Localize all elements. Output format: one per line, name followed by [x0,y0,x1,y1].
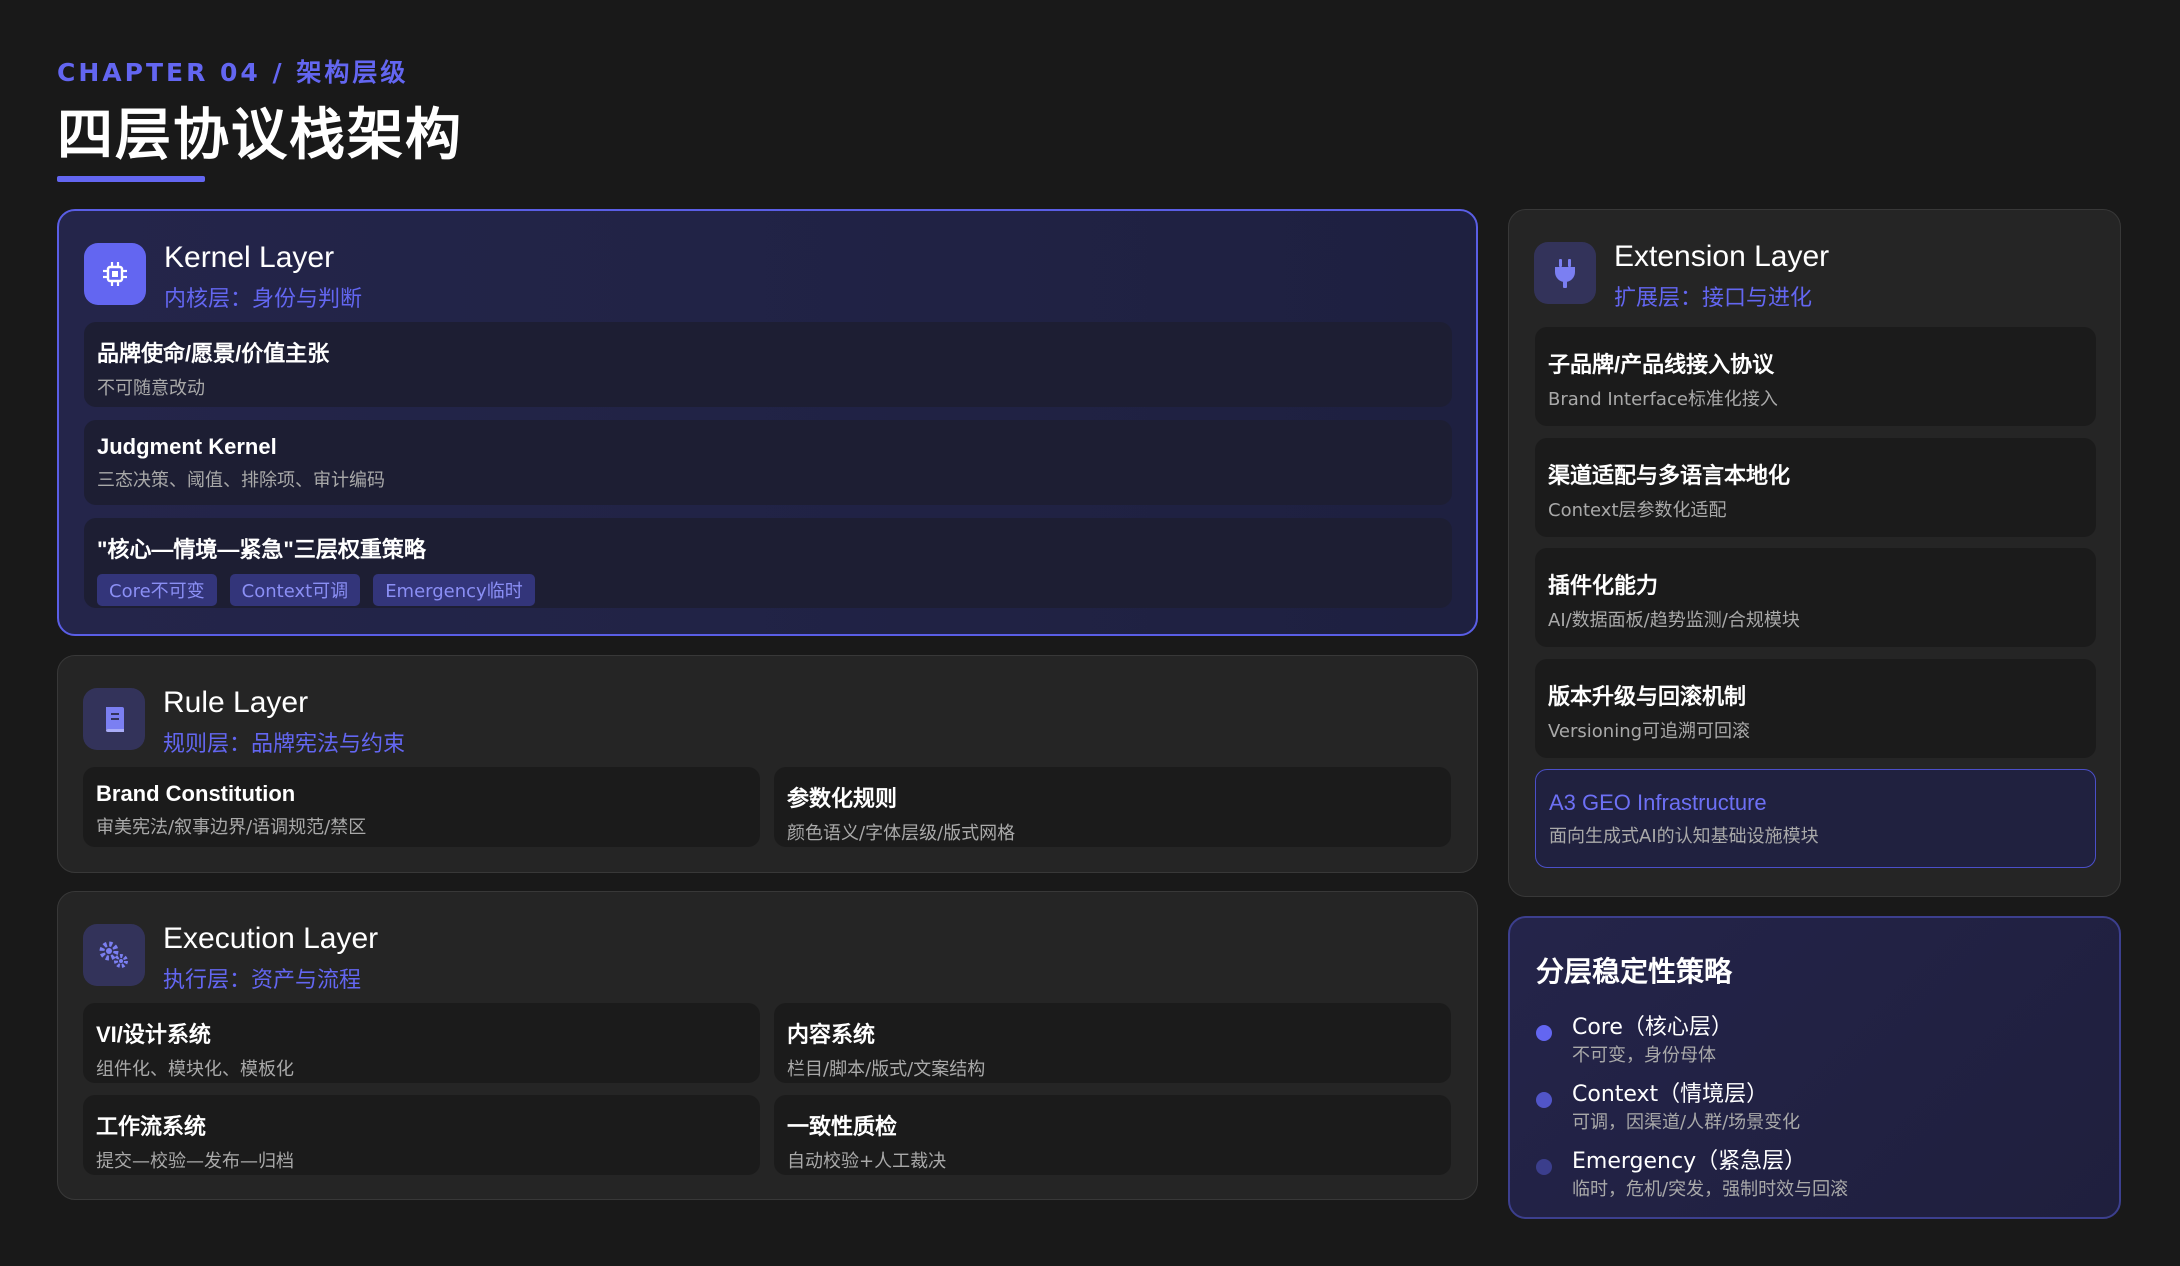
rule-layer-name: Rule Layer [163,686,309,719]
context-dot-icon [1536,1092,1552,1108]
kernel-item-title: 品牌使命/愿景/价值主张 [97,341,330,366]
execution-item: 工作流系统 提交—校验—发布—归档 [83,1095,760,1175]
strategy-title: 分层稳定性策略 [1536,955,1733,988]
chapter-label: CHAPTER 04 / 架构层级 [57,58,409,87]
execution-layer-subtitle: 执行层：资产与流程 [163,968,362,993]
extension-item-desc: Context层参数化适配 [1548,500,1727,521]
title-underline [57,176,205,182]
extension-item-desc: 面向生成式AI的认知基础设施模块 [1549,826,1819,847]
extension-item-title: 插件化能力 [1548,573,1659,598]
execution-layer-name: Execution Layer [163,922,379,955]
level-desc: 可调，因渠道/人群/场景变化 [1572,1112,1801,1133]
extension-item-title: A3 GEO Infrastructure [1549,790,1767,815]
emergency-dot-icon [1536,1159,1552,1175]
kernel-layer-card: Kernel Layer 内核层：身份与判断 品牌使命/愿景/价值主张 不可随意… [57,209,1478,636]
gears-icon [83,924,145,986]
extension-item-desc: AI/数据面板/趋势监测/合规模块 [1548,610,1800,631]
execution-layer-card: Execution Layer 执行层：资产与流程 VI/设计系统 组件化、模块… [57,891,1478,1200]
level-name: Context（情境层） [1572,1082,1769,1107]
tag-emergency: Emergency临时 [373,574,535,606]
execution-item-desc: 栏目/脚本/版式/文案结构 [787,1059,986,1080]
execution-item-title: 一致性质检 [787,1114,898,1139]
kernel-item-title: "核心—情境—紧急"三层权重策略 [97,537,426,562]
book-icon [83,688,145,750]
kernel-item: "核心—情境—紧急"三层权重策略 Core不可变 Context可调 Emerg… [84,518,1452,608]
kernel-item: Judgment Kernel 三态决策、阈值、排除项、审计编码 [84,420,1452,505]
extension-item-title: 版本升级与回滚机制 [1548,684,1747,709]
rule-item: 参数化规则 颜色语义/字体层级/版式网格 [774,767,1451,847]
kernel-item-title: Judgment Kernel [97,434,277,459]
extension-item: 子品牌/产品线接入协议 Brand Interface标准化接入 [1535,327,2096,426]
level-desc: 不可变，身份母体 [1572,1045,1716,1066]
level-desc: 临时，危机/突发，强制时效与回滚 [1572,1179,1849,1200]
extension-item-geo: A3 GEO Infrastructure 面向生成式AI的认知基础设施模块 [1535,769,2096,868]
extension-item: 插件化能力 AI/数据面板/趋势监测/合规模块 [1535,548,2096,647]
extension-item: 渠道适配与多语言本地化 Context层参数化适配 [1535,438,2096,537]
rule-item-desc: 颜色语义/字体层级/版式网格 [787,823,1016,844]
tag-context: Context可调 [229,574,361,606]
extension-layer-name: Extension Layer [1614,240,1830,273]
rule-layer-subtitle: 规则层：品牌宪法与约束 [163,732,406,757]
stability-strategy-card: 分层稳定性策略 Core（核心层） 不可变，身份母体 Context（情境层） … [1508,916,2121,1219]
plug-icon [1534,242,1596,304]
core-dot-icon [1536,1025,1552,1041]
kernel-item: 品牌使命/愿景/价值主张 不可随意改动 [84,322,1452,407]
execution-item-title: 工作流系统 [96,1114,207,1139]
extension-layer-card: Extension Layer 扩展层：接口与进化 子品牌/产品线接入协议 Br… [1508,209,2121,897]
tag-core: Core不可变 [97,574,217,606]
extension-item-title: 子品牌/产品线接入协议 [1548,352,1775,377]
execution-item-title: VI/设计系统 [96,1022,211,1047]
kernel-layer-name: Kernel Layer [164,241,335,274]
execution-item: 一致性质检 自动校验+人工裁决 [774,1095,1451,1175]
level-name: Emergency（紧急层） [1572,1149,1807,1174]
execution-item-desc: 提交—校验—发布—归档 [96,1151,294,1172]
extension-layer-subtitle: 扩展层：接口与进化 [1614,286,1813,311]
rule-item-title: 参数化规则 [787,786,898,811]
extension-item: 版本升级与回滚机制 Versioning可追溯可回滚 [1535,659,2096,758]
weight-tags: Core不可变 Context可调 Emergency临时 [97,574,1439,606]
page-title: 四层协议栈架构 [57,103,463,168]
execution-item-title: 内容系统 [787,1022,876,1047]
chip-icon [84,243,146,305]
level-name: Core（核心层） [1572,1015,1733,1040]
kernel-item-desc: 三态决策、阈值、排除项、审计编码 [97,470,385,491]
rule-item-title: Brand Constitution [96,781,296,806]
rule-item-desc: 审美宪法/叙事边界/语调规范/禁区 [96,817,367,838]
extension-item-desc: Versioning可追溯可回滚 [1548,721,1751,742]
execution-item-desc: 自动校验+人工裁决 [787,1151,947,1172]
extension-item-desc: Brand Interface标准化接入 [1548,389,1778,410]
rule-layer-card: Rule Layer 规则层：品牌宪法与约束 Brand Constitutio… [57,655,1478,873]
execution-item: VI/设计系统 组件化、模块化、模板化 [83,1003,760,1083]
kernel-item-desc: 不可随意改动 [97,378,205,399]
rule-item: Brand Constitution 审美宪法/叙事边界/语调规范/禁区 [83,767,760,847]
extension-item-title: 渠道适配与多语言本地化 [1548,463,1791,488]
execution-item: 内容系统 栏目/脚本/版式/文案结构 [774,1003,1451,1083]
kernel-layer-subtitle: 内核层：身份与判断 [164,287,363,312]
execution-item-desc: 组件化、模块化、模板化 [96,1059,294,1080]
